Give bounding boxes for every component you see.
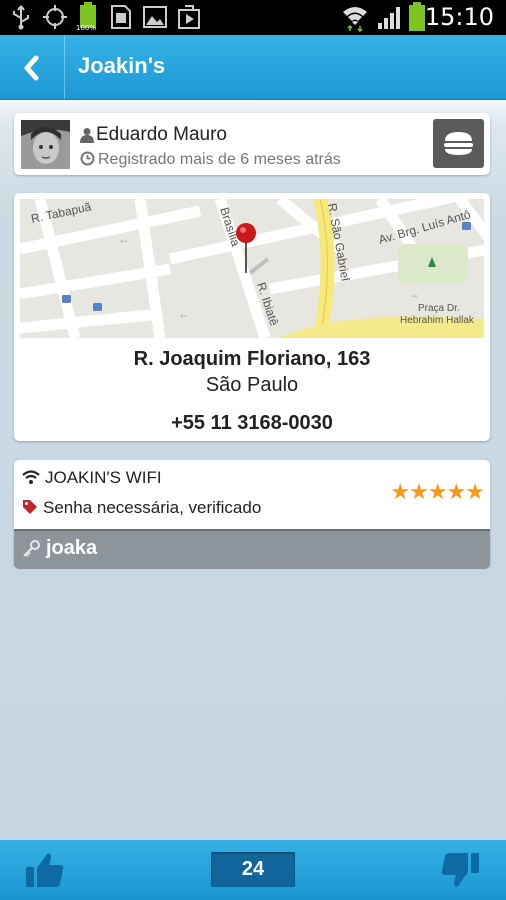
action-bar: Joakin's [0,35,506,100]
category-button[interactable] [433,119,484,168]
tag-icon [23,500,37,514]
user-card[interactable]: Eduardo Mauro Registrado mais de 6 meses… [14,113,490,175]
map-view[interactable]: ← ← → R. Tabapuã Brasília R. Ibiatê R. S… [20,199,484,338]
bottom-bar: 24 [0,840,506,900]
vote-counter: 24 [211,852,295,887]
svg-text:→: → [410,292,418,302]
location-card: ← ← → R. Tabapuã Brasília R. Ibiatê R. S… [14,193,490,441]
wifi-card: JOAKIN'S WIFI Senha necessária, verifica… [14,460,490,569]
battery-icon [409,2,425,31]
user-name[interactable]: Eduardo Mauro [96,124,227,146]
content-area: Eduardo Mauro Registrado mais de 6 meses… [0,100,506,840]
map-label-park2: Hebrahim Hallak [400,315,475,326]
key-icon [23,540,40,557]
sd-card-icon [111,5,131,29]
map-label-park1: Praça Dr. [418,303,460,314]
address-street: R. Joaquim Floriano, 163 [133,348,371,370]
svg-text:←: ← [180,312,188,322]
burger-icon [444,132,473,155]
svg-text:←: ← [120,237,128,247]
user-icon [80,128,94,143]
registration-time: Registrado mais de 6 meses atrás [98,151,341,168]
signal-icon [378,7,400,29]
play-store-icon [178,5,200,29]
usb-icon [13,5,29,30]
wifi-icon [22,470,40,484]
avatar-photo [21,120,70,169]
phone-number[interactable]: +55 11 3168-0030 [14,412,490,435]
address-city: São Paulo [205,374,299,396]
rating-stars: ★★★★★ [390,479,485,504]
wifi-network-name: JOAKIN'S WIFI [45,468,162,487]
image-icon [143,6,167,28]
avatar[interactable] [21,120,70,169]
page-title: Joakin's [78,53,166,78]
status-bar: 100% 15:10 [0,0,506,35]
wifi-status: Senha necessária, verificado [43,498,262,517]
thumbs-up-icon[interactable] [25,851,65,889]
gps-icon [43,5,67,29]
map-tiles: ← ← → R. Tabapuã Brasília R. Ibiatê R. S… [20,199,484,338]
back-button[interactable] [0,35,65,99]
clock-icon [80,151,95,166]
wifi-icon [343,7,367,32]
clock-time: 15:10 [424,3,494,31]
chevron-left-icon [24,55,39,81]
password-bar[interactable]: joaka [14,529,490,569]
battery-percent: 100% [76,24,97,32]
wifi-password[interactable]: joaka [46,537,97,560]
thumbs-down-icon[interactable] [440,851,480,889]
